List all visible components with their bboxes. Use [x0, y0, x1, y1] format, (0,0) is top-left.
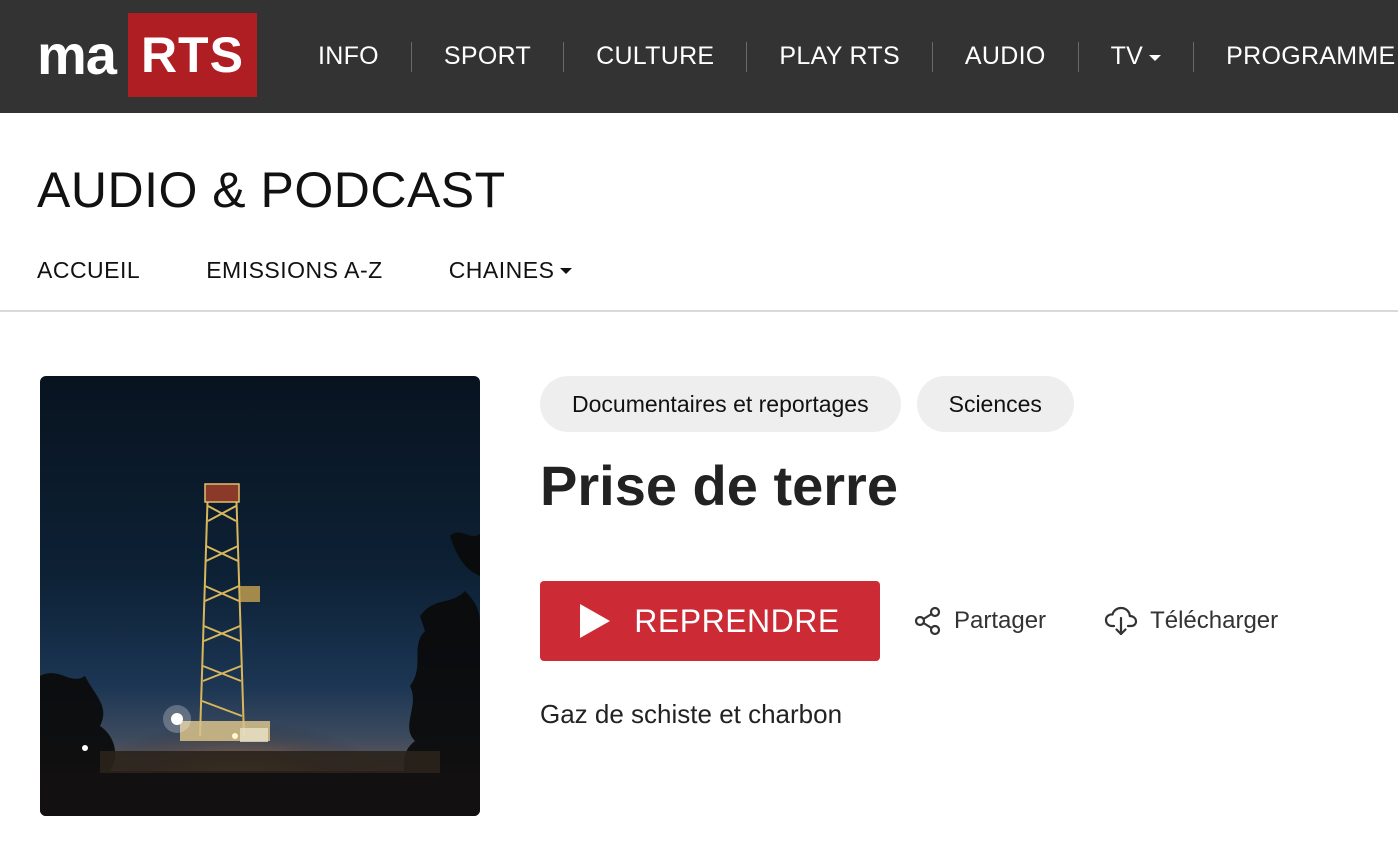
subnav-item-emissions-a-z[interactable]: EMISSIONS A-Z: [206, 257, 382, 284]
tag-documentaires-et-reportages[interactable]: Documentaires et reportages: [540, 376, 901, 432]
tag-sciences[interactable]: Sciences: [916, 376, 1074, 432]
nav-item-info[interactable]: INFO: [318, 42, 379, 71]
subnav-item-chaines[interactable]: CHAINES: [449, 257, 573, 284]
section-subnav: ACCUEIL EMISSIONS A-Z CHAINES: [37, 254, 638, 286]
nav-separator: [931, 41, 933, 72]
share-button-label: Partager: [954, 607, 1047, 634]
nav-separator: [1077, 41, 1079, 72]
marts-logo[interactable]: ma RTS: [37, 13, 257, 97]
cloud-download-icon: [1104, 606, 1138, 636]
show-title: Prise de terre: [540, 454, 898, 517]
nav-separator: [746, 41, 748, 72]
nav-item-programme-tv[interactable]: PROGRAMME T: [1226, 42, 1398, 71]
reprendre-button[interactable]: REPRENDRE: [540, 581, 880, 661]
nav-separator: [410, 41, 412, 72]
nav-item-tv[interactable]: TV: [1111, 42, 1162, 71]
top-navigation-bar: ma RTS INFO SPORT CULTURE PLAY RTS AUDIO…: [0, 0, 1398, 113]
nav-separator: [1193, 41, 1195, 72]
download-button[interactable]: Télécharger: [1104, 606, 1278, 636]
show-actions: REPRENDRE Partager Télécharger: [540, 581, 1278, 661]
nav-item-culture[interactable]: CULTURE: [596, 42, 714, 71]
download-button-label: Télécharger: [1150, 607, 1279, 634]
nav-item-audio[interactable]: AUDIO: [965, 42, 1046, 71]
share-button[interactable]: Partager: [914, 606, 1046, 636]
logo-ma-text: ma: [37, 23, 117, 86]
nav-item-sport[interactable]: SPORT: [444, 42, 531, 71]
caret-down-icon: [560, 268, 573, 274]
main-nav: INFO SPORT CULTURE PLAY RTS AUDIO TV PRO…: [318, 0, 1398, 113]
subnav-item-accueil[interactable]: ACCUEIL: [37, 257, 140, 284]
section-divider: [0, 310, 1398, 312]
nav-separator: [563, 41, 565, 72]
caret-down-icon: [1149, 54, 1162, 61]
reprendre-button-label: REPRENDRE: [634, 602, 840, 639]
logo-rts-box: RTS: [127, 13, 257, 97]
subnav-item-chaines-label: CHAINES: [448, 256, 555, 283]
episode-title: Gaz de schiste et charbon: [540, 699, 843, 729]
section-title: AUDIO & PODCAST: [37, 162, 506, 218]
nav-item-tv-label: TV: [1110, 42, 1144, 70]
share-icon: [914, 606, 941, 636]
show-tags: Documentaires et reportages Sciences: [540, 376, 1074, 432]
show-cover-image[interactable]: [40, 376, 480, 816]
play-icon: [580, 604, 611, 638]
drilling-rig-illustration: [40, 483, 480, 816]
nav-item-play-rts[interactable]: PLAY RTS: [779, 42, 900, 71]
